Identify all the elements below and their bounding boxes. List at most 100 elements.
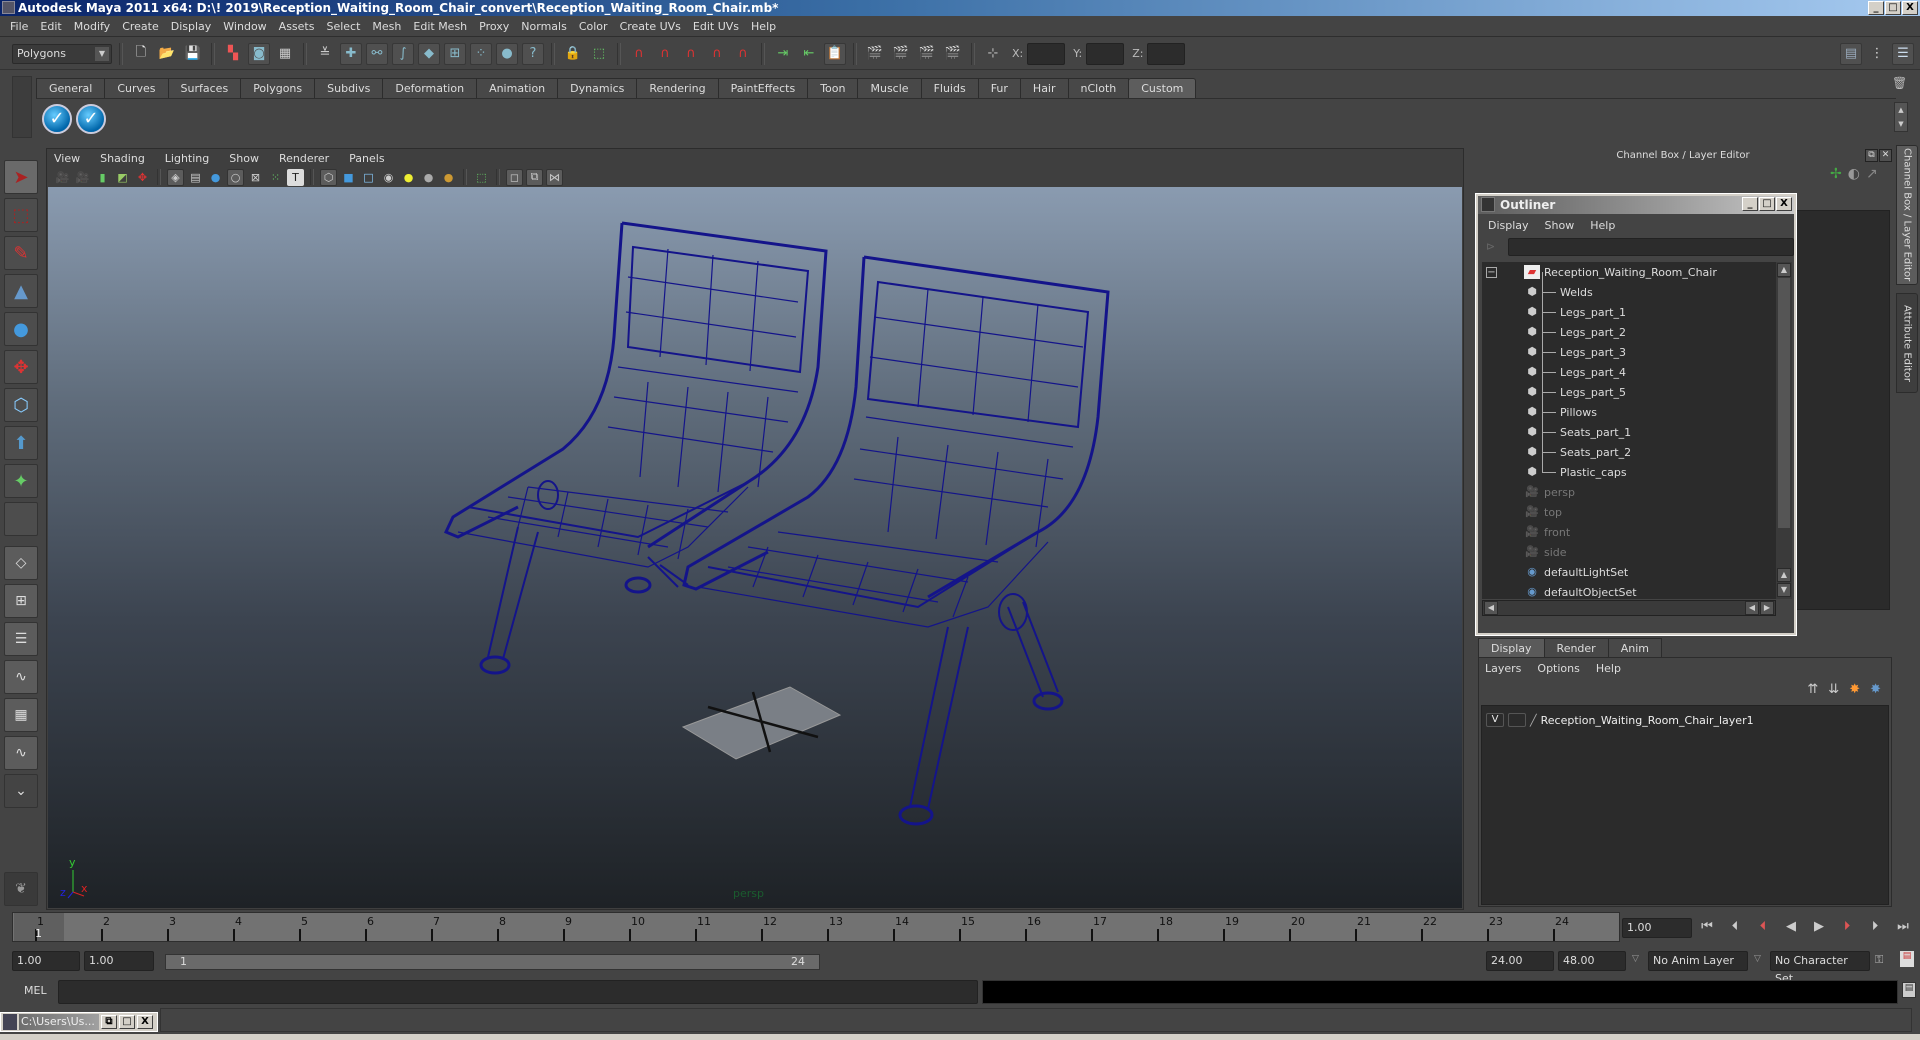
animation-preferences-icon[interactable]: ▤ bbox=[1900, 951, 1914, 967]
end-time-field[interactable]: 48.00 bbox=[1558, 951, 1626, 971]
input-ops-icon[interactable]: ⇥ bbox=[772, 43, 794, 65]
wireframe-icon[interactable]: ⬡ bbox=[320, 168, 337, 186]
shelf-tab-rendering[interactable]: Rendering bbox=[636, 78, 719, 98]
hardware-render-icon[interactable]: ● bbox=[440, 169, 457, 186]
close-button[interactable]: X bbox=[137, 1015, 153, 1029]
go-to-end-icon[interactable]: ⏭ bbox=[1894, 918, 1912, 936]
start-time-field[interactable]: 1.00 bbox=[12, 951, 80, 971]
field-chart-icon[interactable]: ⊠ bbox=[247, 169, 264, 186]
menu-modify[interactable]: Modify bbox=[70, 20, 118, 33]
side-tab-channel-box[interactable]: Channel Box / Layer Editor bbox=[1896, 145, 1918, 285]
float-panel-button[interactable]: ⧉ bbox=[1865, 149, 1878, 162]
gate-mask-icon[interactable]: ○ bbox=[227, 168, 244, 186]
character-set-dropdown[interactable]: No Character Set bbox=[1770, 951, 1870, 985]
textured-icon[interactable]: ◉ bbox=[380, 169, 397, 186]
shelf-tab-animation[interactable]: Animation bbox=[476, 78, 559, 98]
shadows-icon[interactable]: ● bbox=[420, 169, 437, 186]
menu-proxy[interactable]: Proxy bbox=[475, 20, 517, 33]
shelf-tab-painteffects[interactable]: PaintEffects bbox=[717, 78, 809, 98]
outliner-item-set[interactable]: ◉ defaultLightSet bbox=[1482, 562, 1772, 582]
snap-view-plane-icon[interactable]: ∩ bbox=[706, 43, 728, 65]
use-all-lights-icon[interactable]: ● bbox=[400, 169, 417, 186]
check-icon[interactable]: ✓ bbox=[42, 103, 72, 134]
render-icon[interactable]: 🎬 bbox=[890, 43, 912, 65]
shelf-tab-dynamics[interactable]: Dynamics bbox=[557, 78, 638, 98]
menu-edit-mesh[interactable]: Edit Mesh bbox=[409, 20, 475, 33]
viewport-menu-show[interactable]: Show bbox=[229, 152, 259, 165]
outliner-horizontal-scrollbar[interactable]: ◀ ◀ ▶ bbox=[1482, 600, 1776, 616]
move-layer-down-icon[interactable]: ⇊ bbox=[1828, 682, 1839, 697]
menu-window[interactable]: Window bbox=[219, 20, 274, 33]
command-input[interactable] bbox=[58, 980, 978, 1004]
persp-outliner-layout-icon[interactable]: ☰ bbox=[4, 622, 38, 656]
outliner-filter-input[interactable] bbox=[1508, 238, 1794, 256]
selection-mask-icon[interactable]: ≚ bbox=[314, 43, 336, 65]
soft-modification-icon[interactable]: ⬆ bbox=[4, 426, 38, 460]
viewport-menu-view[interactable]: View bbox=[54, 152, 80, 165]
render-view-icon[interactable]: 🎬 bbox=[864, 43, 886, 65]
render-settings-icon[interactable]: 🎬 bbox=[942, 43, 964, 65]
shelf-tab-subdivs[interactable]: Subdivs bbox=[314, 78, 384, 98]
attribute-editor-toggle-icon[interactable]: ▤ bbox=[1840, 42, 1862, 65]
select-handles-icon[interactable]: ✚ bbox=[340, 42, 362, 65]
outliner-item-child[interactable]: ⬢ Legs_part_4 bbox=[1482, 352, 1772, 382]
menuset-dropdown[interactable]: Polygons ▼ bbox=[12, 43, 112, 64]
layer-color-swatch[interactable]: ╱ bbox=[1530, 714, 1537, 727]
select-by-hierarchy-icon[interactable]: ▚ bbox=[222, 43, 244, 65]
scroll-right-icon[interactable]: ▶ bbox=[1760, 601, 1774, 615]
menu-assets[interactable]: Assets bbox=[275, 20, 323, 33]
collapse-icon[interactable]: − bbox=[1486, 266, 1497, 278]
current-frame-field[interactable]: 1.00 bbox=[1622, 918, 1692, 938]
close-button[interactable]: X bbox=[1902, 1, 1918, 15]
check-icon[interactable]: ✓ bbox=[76, 103, 106, 134]
lasso-tool-icon[interactable]: ⬚ bbox=[4, 198, 38, 232]
new-scene-icon[interactable]: 🗋 bbox=[130, 43, 152, 65]
select-joints-icon[interactable]: ⚯ bbox=[366, 42, 388, 65]
menu-create[interactable]: Create bbox=[118, 20, 167, 33]
safe-title-icon[interactable]: T bbox=[287, 168, 304, 186]
range-slider[interactable]: 1 24 bbox=[165, 954, 820, 970]
outliner-maximize-button[interactable]: □ bbox=[1759, 197, 1775, 211]
anim-layer-dropdown[interactable]: No Anim Layer bbox=[1648, 951, 1748, 971]
construction-history-icon[interactable]: 📋 bbox=[824, 42, 846, 65]
scale-tool-icon[interactable]: ✥ bbox=[4, 350, 38, 384]
select-curves-icon[interactable]: ∫ bbox=[392, 42, 414, 65]
layer-tab-anim[interactable]: Anim bbox=[1607, 638, 1662, 658]
new-layer-icon[interactable]: ✸ bbox=[1849, 682, 1860, 697]
shelf-tab-deformation[interactable]: Deformation bbox=[382, 78, 478, 98]
outliner-menu-show[interactable]: Show bbox=[1545, 219, 1575, 232]
auto-key-icon[interactable]: ⚿ bbox=[1875, 953, 1883, 967]
outliner-item-child[interactable]: ⬢ Plastic_caps bbox=[1482, 452, 1772, 482]
move-layer-up-icon[interactable]: ⇈ bbox=[1807, 682, 1818, 697]
layer-tab-render[interactable]: Render bbox=[1543, 638, 1609, 658]
select-dynamics-icon[interactable]: ⁘ bbox=[470, 42, 492, 65]
rotate-tool-icon[interactable]: ● bbox=[4, 312, 38, 346]
step-back-frame-icon[interactable]: ⏴ bbox=[1726, 918, 1744, 936]
camera-attributes-icon[interactable]: 🎥 bbox=[74, 169, 91, 186]
snap-point-icon[interactable]: ∩ bbox=[680, 43, 702, 65]
lock-selection-icon[interactable]: 🔒 bbox=[562, 43, 584, 65]
shelf-tab-fur[interactable]: Fur bbox=[977, 78, 1021, 98]
select-camera-icon[interactable]: 🎥 bbox=[54, 169, 71, 186]
four-view-layout-icon[interactable]: ⊞ bbox=[4, 584, 38, 618]
select-by-object-icon[interactable]: ◙ bbox=[248, 42, 270, 65]
step-back-key-icon[interactable]: ⏴ bbox=[1754, 918, 1772, 936]
chevron-down-icon[interactable]: ▽ bbox=[1632, 954, 1639, 964]
isolate-select-icon[interactable]: ⬚ bbox=[473, 169, 490, 186]
channel-speed-icon[interactable]: ◐ bbox=[1848, 166, 1860, 182]
chevron-down-icon[interactable]: ▽ bbox=[1754, 954, 1761, 964]
outliner-item-child[interactable]: ⬢ Seats_part_2 bbox=[1482, 432, 1772, 462]
layer-type-toggle[interactable] bbox=[1508, 713, 1526, 727]
shelf-tab-surfaces[interactable]: Surfaces bbox=[167, 78, 242, 98]
outliner-item-camera[interactable]: 🎥 side bbox=[1482, 542, 1772, 562]
layer-menu-options[interactable]: Options bbox=[1537, 662, 1579, 675]
playback-start-field[interactable]: 1.00 bbox=[84, 951, 154, 971]
snap-grid-icon[interactable]: ∩ bbox=[628, 43, 650, 65]
xray-components-icon[interactable]: ⋈ bbox=[546, 168, 563, 186]
move-tool-icon[interactable]: ▲ bbox=[4, 274, 38, 308]
outliner-item-set[interactable]: ◉ defaultObjectSet bbox=[1482, 582, 1772, 602]
viewport-menu-shading[interactable]: Shading bbox=[100, 152, 145, 165]
universal-manipulator-icon[interactable]: ⬡ bbox=[4, 388, 38, 422]
layer-menu-layers[interactable]: Layers bbox=[1485, 662, 1521, 675]
last-tool-slot[interactable] bbox=[4, 502, 38, 536]
